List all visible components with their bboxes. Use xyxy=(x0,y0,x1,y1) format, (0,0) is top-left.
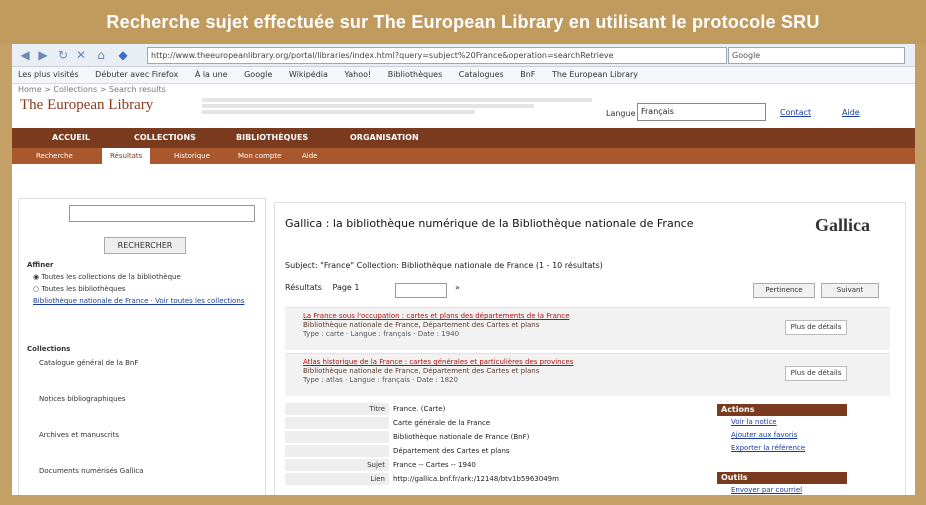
page-frame: Recherche sujet effectuée sur The Europe… xyxy=(0,0,926,505)
detail-label: Lien xyxy=(285,473,389,485)
bookmark-item[interactable]: Débuter avec Firefox xyxy=(95,70,178,79)
main-navigation: ACCUEIL COLLECTIONS BIBLIOTHÈQUES ORGANI… xyxy=(12,128,915,148)
language-select[interactable]: Français xyxy=(637,103,766,121)
actions-panel-title: Actions xyxy=(717,404,847,416)
tools-panel: Outils Envoyer par courriel xyxy=(717,472,847,495)
bookmark-item[interactable]: Yahoo! xyxy=(344,70,371,79)
results-title: Gallica : la bibliothèque numérique de l… xyxy=(285,217,694,230)
site-logo[interactable]: The European Library xyxy=(20,97,153,114)
results-label: Résultats xyxy=(285,283,322,292)
reload-icon[interactable]: ↻ xyxy=(56,48,70,62)
sidebar-links[interactable]: Bibliothèque nationale de France · Voir … xyxy=(33,297,253,306)
home-icon[interactable]: ⌂ xyxy=(94,48,108,62)
forward-icon[interactable]: ▶ xyxy=(36,48,50,62)
add-favorite-link[interactable]: Ajouter aux favoris xyxy=(717,429,847,442)
browser-screenshot: ◀ ▶ ↻ ✕ ⌂ ◆ http://www.theeuropeanlibrar… xyxy=(12,44,915,495)
actions-panel: Actions Voir la notice Ajouter aux favor… xyxy=(717,404,847,455)
filter-option-all-libraries[interactable]: ○ Toutes les bibliothèques xyxy=(33,285,126,294)
bookmark-item[interactable]: Les plus visités xyxy=(18,70,79,79)
bookmark-item[interactable]: Catalogues xyxy=(459,70,504,79)
back-icon[interactable]: ◀ xyxy=(18,48,32,62)
email-link[interactable]: Envoyer par courriel xyxy=(717,484,847,495)
sort-button[interactable]: Pertinence xyxy=(753,283,815,298)
view-record-link[interactable]: Voir la notice xyxy=(717,416,847,429)
bookmark-item[interactable]: Bibliothèques xyxy=(388,70,443,79)
detail-value[interactable]: http://gallica.bnf.fr/ark:/12148/btv1b59… xyxy=(393,473,559,485)
bookmark-item[interactable]: À la une xyxy=(195,70,228,79)
facet-item[interactable]: Archives et manuscrits xyxy=(39,431,119,440)
detail-label xyxy=(285,417,389,429)
browser-search-input[interactable]: Google xyxy=(728,47,905,64)
record-detail-table: Titre France. (Carte) Carte générale de … xyxy=(285,401,715,495)
record-details-button[interactable]: Plus de détails xyxy=(785,320,847,335)
site-favicon: ◆ xyxy=(118,48,128,62)
facets-title: Collections xyxy=(27,345,71,353)
detail-label xyxy=(285,445,389,457)
record-title-link[interactable]: La France sous l'occupation : cartes et … xyxy=(303,312,570,320)
address-bar[interactable]: http://www.theeuropeanlibrary.org/portal… xyxy=(147,47,727,64)
bookmark-item[interactable]: Wikipédia xyxy=(289,70,328,79)
record-details-button[interactable]: Plus de détails xyxy=(785,366,847,381)
go-icon[interactable]: » xyxy=(455,283,460,292)
record-meta: Type : atlas · Langue : français · Date … xyxy=(303,376,458,384)
sidebar-search-input[interactable] xyxy=(69,205,255,222)
page-label: Page 1 xyxy=(332,283,360,292)
record-title-link[interactable]: Atlas historique de la France : cartes g… xyxy=(303,358,573,366)
nav-item-organisation[interactable]: ORGANISATION xyxy=(350,128,419,148)
export-reference-link[interactable]: Exporter la référence xyxy=(717,442,847,455)
tab-results[interactable]: Résultats xyxy=(102,148,151,164)
search-sidebar: RECHERCHER Affiner ◉ Toutes les collecti… xyxy=(18,198,266,495)
detail-value: Département des Cartes et plans xyxy=(393,447,510,455)
tab-account[interactable]: Mon compte xyxy=(238,148,281,164)
bookmark-item[interactable]: The European Library xyxy=(552,70,638,79)
bookmark-item[interactable]: Google xyxy=(244,70,272,79)
sub-navigation: Recherche Résultats Historique Mon compt… xyxy=(12,148,915,164)
tab-history[interactable]: Historique xyxy=(174,148,210,164)
detail-value: France. (Carte) xyxy=(393,405,446,413)
detail-label: Sujet xyxy=(285,459,389,471)
results-toolbar: Résultats Page 1 » xyxy=(285,283,460,299)
search-query: Subject: "France" Collection: Bibliothèq… xyxy=(285,261,603,270)
breadcrumb: Home > Collections > Search results xyxy=(18,85,166,94)
search-button[interactable]: RECHERCHER xyxy=(104,237,186,254)
browser-toolbar: ◀ ▶ ↻ ✕ ⌂ ◆ http://www.theeuropeanlibrar… xyxy=(12,44,915,67)
detail-value: Carte générale de la France xyxy=(393,419,491,427)
logo-tagline-placeholder xyxy=(202,96,592,116)
record-detail: Bibliothèque nationale de France, Départ… xyxy=(303,321,540,329)
tab-search[interactable]: Recherche xyxy=(36,148,73,164)
record-meta: Type : carte · Langue : français · Date … xyxy=(303,330,460,338)
result-record: Atlas historique de la France : cartes g… xyxy=(285,353,890,396)
detail-value: France -- Cartes -- 1940 xyxy=(393,461,476,469)
nav-item-libraries[interactable]: BIBLIOTHÈQUES xyxy=(236,128,308,148)
nav-item-collections[interactable]: COLLECTIONS xyxy=(134,128,196,148)
facet-item[interactable]: Documents numérisés Gallica xyxy=(39,467,143,476)
filter-option-all-collections[interactable]: ◉ Toutes les collections de la bibliothè… xyxy=(33,273,181,282)
record-detail: Bibliothèque nationale de France, Départ… xyxy=(303,367,540,375)
page-input[interactable] xyxy=(395,283,447,298)
next-button[interactable]: Suivant xyxy=(821,283,879,298)
site-header: Home > Collections > Search results The … xyxy=(12,84,915,128)
stop-icon[interactable]: ✕ xyxy=(74,48,88,62)
nav-item-home[interactable]: ACCUEIL xyxy=(52,128,90,148)
facet-item[interactable]: Catalogue général de la BnF xyxy=(39,359,138,368)
bookmarks-bar: Les plus visités Débuter avec Firefox À … xyxy=(12,67,915,84)
filters-title: Affiner xyxy=(27,261,54,269)
tools-panel-title: Outils xyxy=(717,472,847,484)
figure-caption: Recherche sujet effectuée sur The Europe… xyxy=(0,0,926,44)
facet-item[interactable]: Notices bibliographiques xyxy=(39,395,126,404)
help-link[interactable]: Aide xyxy=(842,108,860,117)
language-label: Langue xyxy=(606,109,636,118)
tab-help[interactable]: Aide xyxy=(302,148,317,164)
result-record: La France sous l'occupation : cartes et … xyxy=(285,307,890,350)
bookmark-item[interactable]: BnF xyxy=(520,70,535,79)
contact-link[interactable]: Contact xyxy=(780,108,811,117)
detail-label xyxy=(285,431,389,443)
detail-label: Titre xyxy=(285,403,389,415)
collection-logo: Gallica xyxy=(815,215,870,235)
detail-value: Bibliothèque nationale de France (BnF) xyxy=(393,433,530,441)
